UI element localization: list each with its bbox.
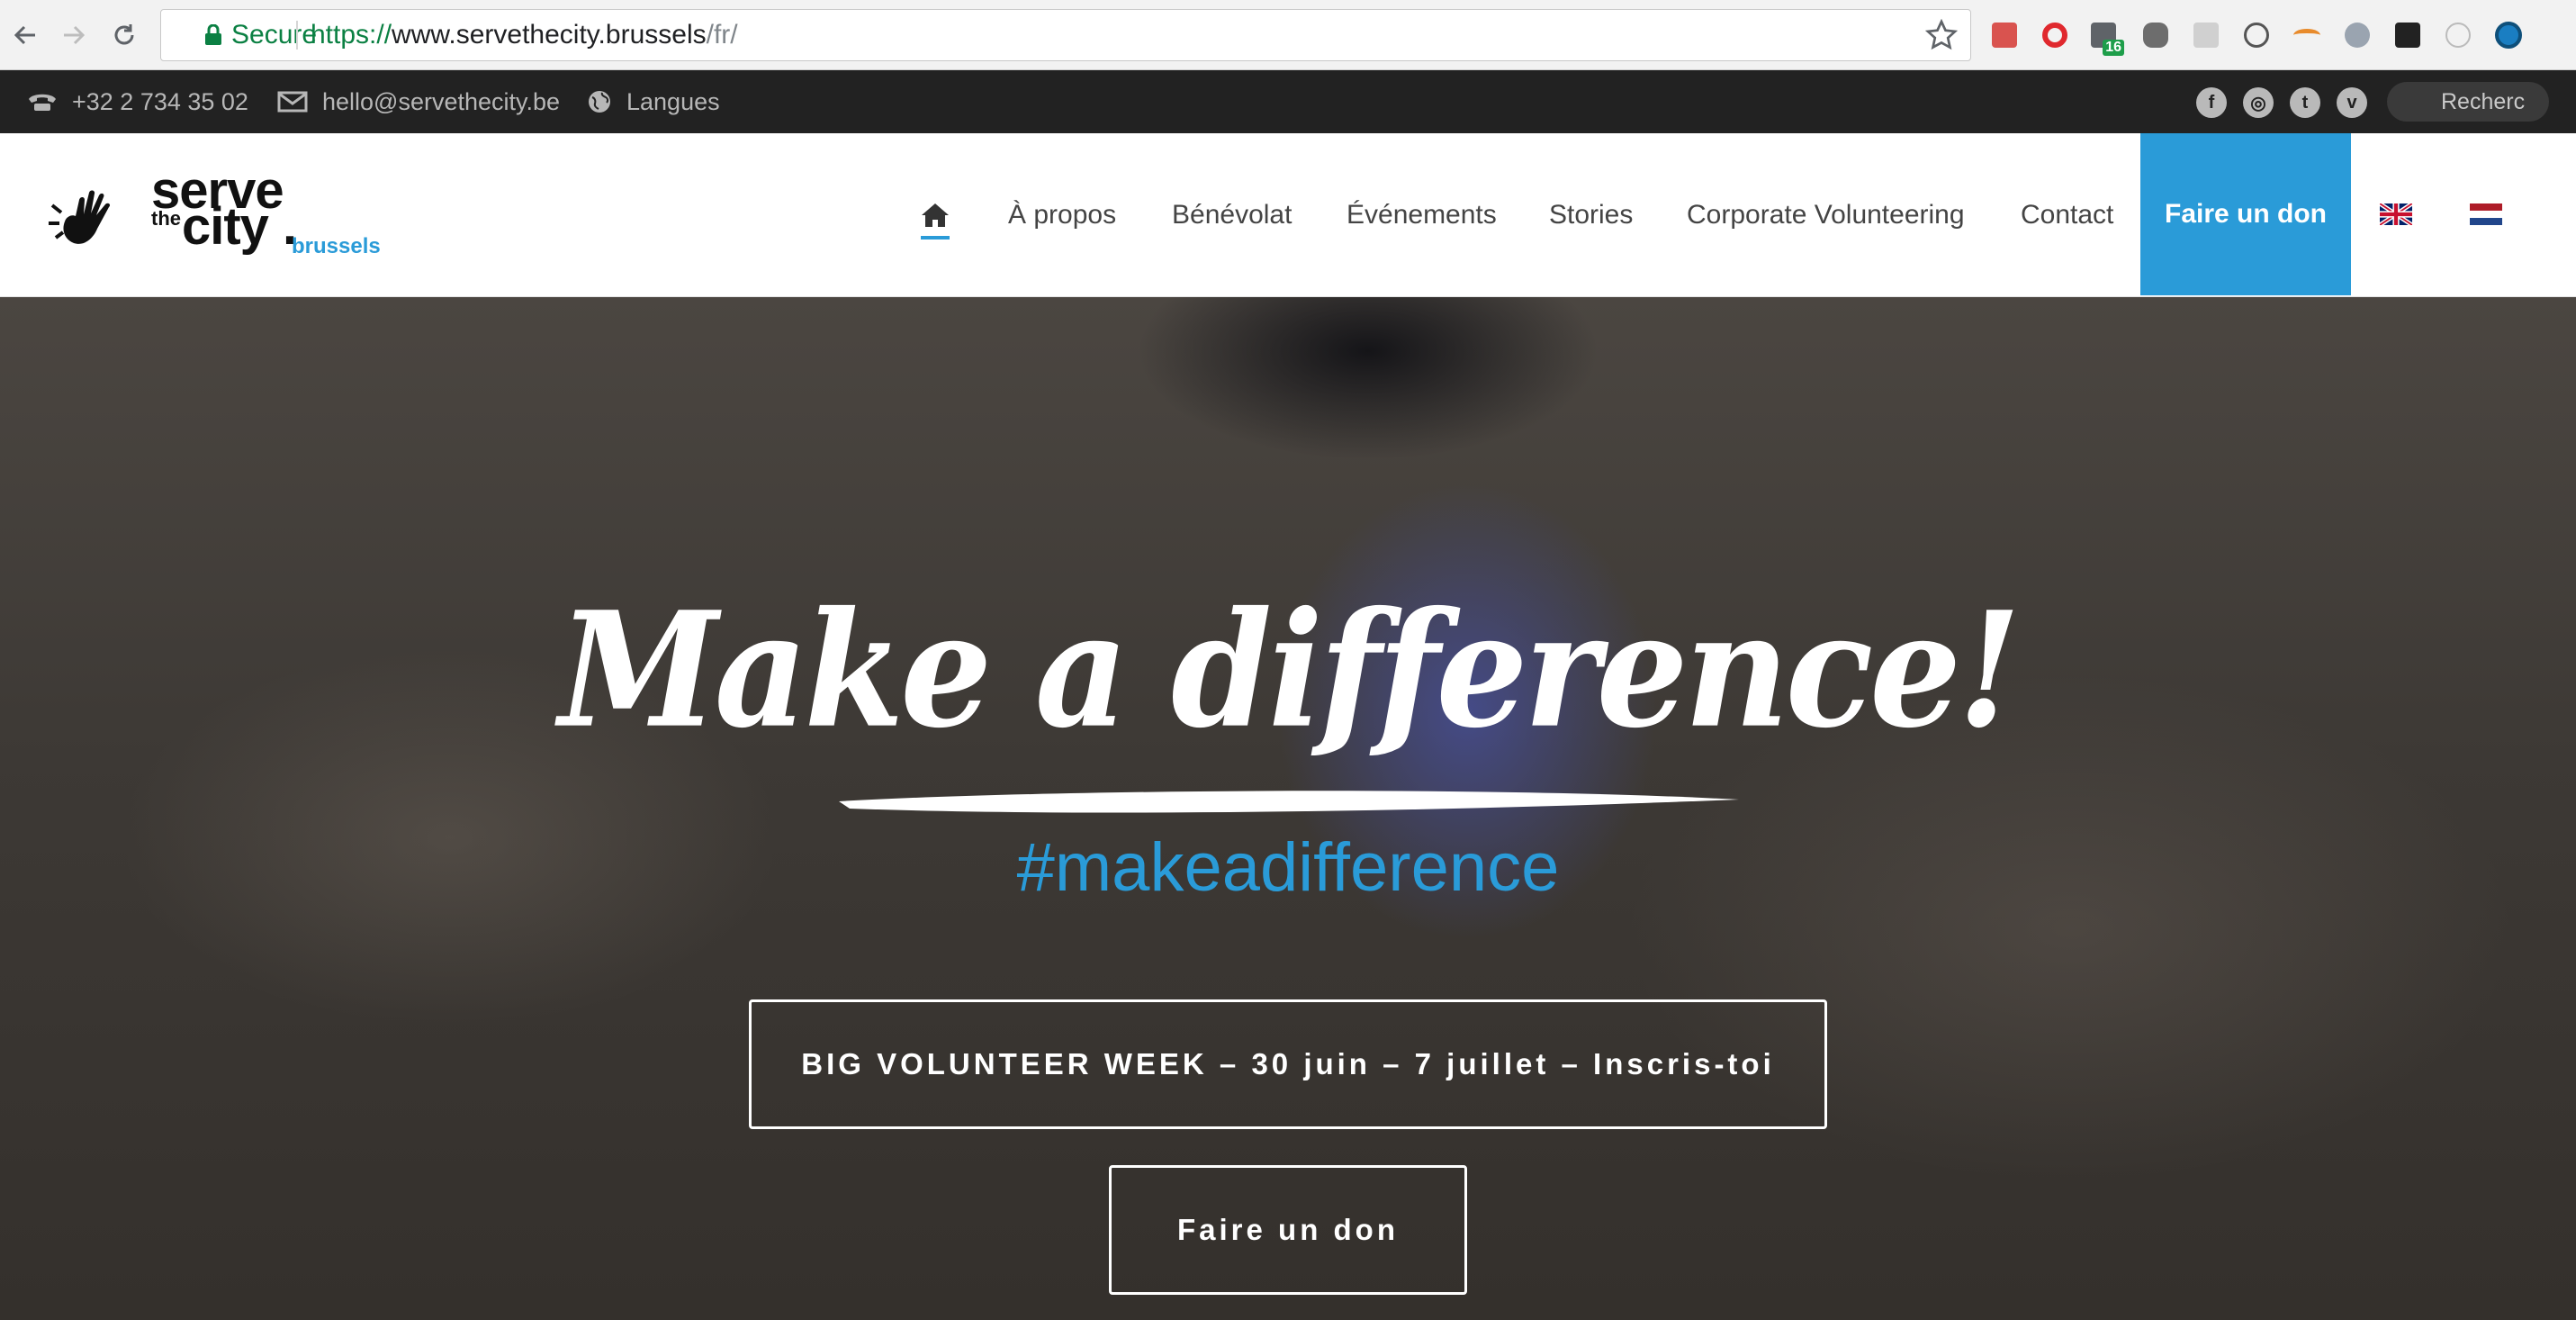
donate-nav-button[interactable]: Faire un don <box>2140 133 2351 295</box>
hero-donate-button[interactable]: Faire un don <box>1109 1165 1467 1295</box>
extension-opera-icon[interactable] <box>2040 20 2070 50</box>
languages-link[interactable]: Langues <box>587 70 720 133</box>
home-active-indicator <box>921 236 950 240</box>
extension-badge-icon[interactable]: 16 <box>2088 20 2124 56</box>
hero-underline-swoosh <box>839 791 1739 813</box>
extension-figure-icon[interactable] <box>2392 20 2423 50</box>
back-button[interactable] <box>4 14 47 57</box>
nav-item-evenements[interactable]: Événements <box>1347 133 1497 297</box>
back-arrow-icon <box>14 25 35 45</box>
email-link[interactable]: hello@servethecity.be <box>277 70 560 133</box>
logo-word-city: city <box>182 197 269 256</box>
extension-info-icon[interactable] <box>2241 20 2272 50</box>
reload-icon <box>114 24 134 45</box>
nav-item-contact[interactable]: Contact <box>2021 133 2113 297</box>
phone-number: +32 2 734 35 02 <box>72 87 248 115</box>
search-input[interactable]: Recherc <box>2387 82 2549 122</box>
nav-item-corporate-volunteering[interactable]: Corporate Volunteering <box>1687 133 1965 297</box>
url-separator <box>296 21 298 50</box>
url-host: www.servethecity.brussels <box>392 20 707 50</box>
phone-link[interactable]: +32 2 734 35 02 <box>27 70 248 133</box>
nav-item-a-propos[interactable]: À propos <box>1008 133 1116 297</box>
secure-label: Secure <box>231 20 318 50</box>
extension-evernote-icon[interactable] <box>2140 20 2171 50</box>
email-address: hello@servethecity.be <box>322 87 561 115</box>
handprint-icon <box>49 190 111 244</box>
extension-satellite-icon[interactable] <box>2342 20 2373 50</box>
dutch-flag-icon[interactable] <box>2470 203 2502 225</box>
site-header: serve the city . brussels À propos Bénév… <box>0 133 2576 297</box>
logo-word-brussels: brussels <box>292 234 381 258</box>
nav-item-benevolat[interactable]: Bénévolat <box>1172 133 1292 297</box>
twitter-icon[interactable]: t <box>2290 87 2320 118</box>
forward-arrow-icon <box>64 25 86 45</box>
globe-icon <box>589 91 610 113</box>
phone-icon <box>29 94 56 111</box>
star-icon <box>1924 18 1959 50</box>
vimeo-icon[interactable]: v <box>2337 87 2367 118</box>
reload-button[interactable] <box>103 14 146 57</box>
browser-toolbar: Secure https://www.servethecity.brussels… <box>0 0 2576 70</box>
extension-badge-count: 16 <box>2103 40 2124 56</box>
url-path: /fr/ <box>706 20 738 50</box>
hero-banner: Make a difference! #makeadifference BIG … <box>0 297 2576 1320</box>
nav-item-stories[interactable]: Stories <box>1549 133 1633 297</box>
search-placeholder: Recherc <box>2441 88 2526 114</box>
url-text[interactable]: https://www.servethecity.brussels/fr/ <box>311 10 738 60</box>
big-volunteer-week-button[interactable]: BIG VOLUNTEER WEEK – 30 juin – 7 juillet… <box>749 999 1827 1129</box>
uk-flag-icon[interactable] <box>2380 203 2412 225</box>
lock-icon <box>205 24 221 45</box>
home-icon <box>922 203 949 227</box>
extension-document-icon[interactable] <box>2191 20 2221 50</box>
extension-arc-icon[interactable] <box>2292 20 2322 50</box>
logo-word-the: the <box>151 207 181 230</box>
address-bar[interactable]: Secure https://www.servethecity.brussels… <box>160 9 1971 61</box>
forward-button[interactable] <box>52 14 95 57</box>
nav-home[interactable] <box>920 133 950 297</box>
languages-label: Langues <box>626 87 720 115</box>
security-indicator[interactable]: Secure <box>204 10 317 60</box>
bookmark-star-button[interactable] <box>1924 18 1959 56</box>
hero-title: Make a difference! <box>558 576 2022 764</box>
instagram-icon[interactable]: ◎ <box>2243 87 2274 118</box>
extension-bookmark-icon[interactable] <box>1989 20 2020 50</box>
site-logo[interactable]: serve the city . brussels <box>47 161 389 270</box>
facebook-icon[interactable]: f <box>2196 87 2227 118</box>
extension-circle-icon[interactable] <box>2443 20 2473 50</box>
contact-topbar: +32 2 734 35 02 hello@servethecity.be La… <box>0 70 2576 133</box>
envelope-icon <box>277 91 308 113</box>
url-scheme: https:// <box>311 20 392 50</box>
extension-blue-icon[interactable] <box>2493 20 2524 50</box>
hero-hashtag: #makeadifference <box>1016 829 1560 906</box>
